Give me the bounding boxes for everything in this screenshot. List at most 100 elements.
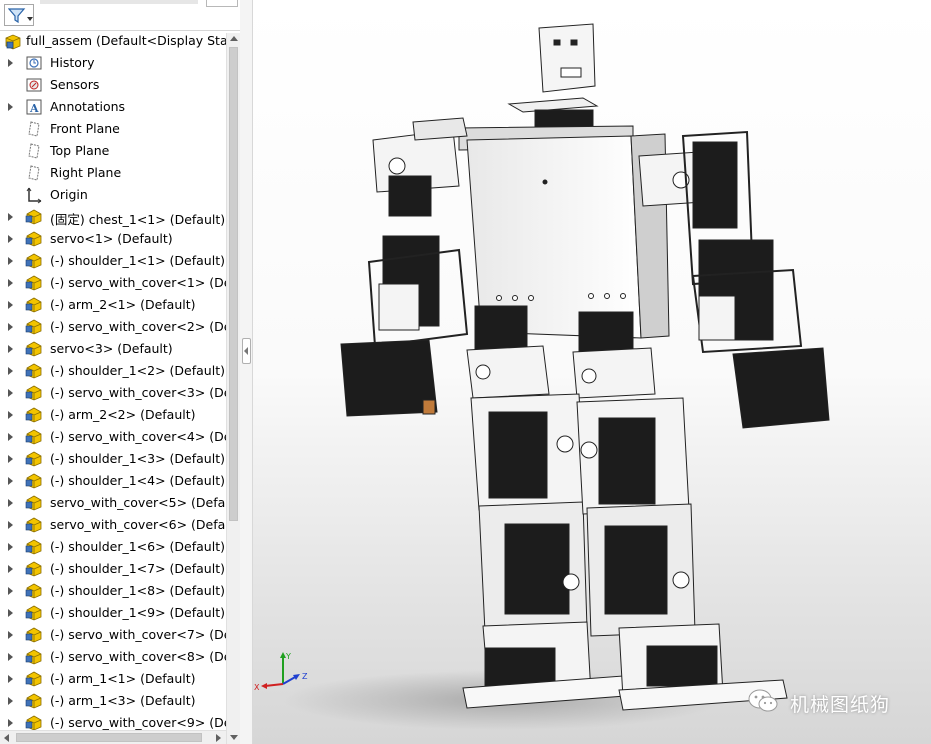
expand-arrow-icon[interactable] (8, 389, 13, 397)
tree-item[interactable]: (-) arm_2<2> (Default) (0, 404, 226, 426)
scroll-left-icon[interactable] (4, 734, 9, 742)
tree-item[interactable]: (-) servo_with_cover<2> (Defa (0, 316, 226, 338)
panel-splitter[interactable] (240, 0, 253, 744)
expand-arrow-icon[interactable] (8, 521, 13, 529)
tree-item[interactable]: (-) shoulder_1<9> (Default) (0, 602, 226, 624)
horizontal-scrollbar[interactable] (0, 730, 226, 744)
wechat-logo-icon (748, 688, 778, 719)
tree-item[interactable]: (-) arm_1<3> (Default) (0, 690, 226, 712)
watermark-text: 机械图纸狗 (790, 694, 891, 716)
horizontal-scroll-thumb[interactable] (16, 733, 202, 742)
scroll-thumb[interactable] (229, 47, 238, 521)
filter-icon (8, 8, 26, 24)
expand-arrow-icon[interactable] (8, 59, 13, 67)
part-icon (25, 516, 43, 534)
expand-arrow-icon[interactable] (8, 213, 13, 221)
expand-arrow-icon[interactable] (8, 279, 13, 287)
annotations-icon: A (25, 98, 43, 116)
svg-text:A: A (29, 102, 39, 115)
tree-item[interactable]: (固定) chest_1<1> (Default) (0, 206, 226, 228)
tree-item[interactable]: (-) shoulder_1<7> (Default) (0, 558, 226, 580)
tree-item[interactable]: servo<1> (Default) (0, 228, 226, 250)
expand-arrow-icon[interactable] (8, 103, 13, 111)
expand-arrow-icon[interactable] (8, 697, 13, 705)
expand-arrow-icon[interactable] (8, 433, 13, 441)
tree-item[interactable]: servo_with_cover<5> (Default) (0, 492, 226, 514)
expand-arrow-icon[interactable] (8, 543, 13, 551)
tree-item[interactable]: (-) arm_1<1> (Default) (0, 668, 226, 690)
expand-arrow-icon[interactable] (8, 345, 13, 353)
tree-item[interactable]: (-) servo_with_cover<3> (Defa (0, 382, 226, 404)
tree-item[interactable]: (-) shoulder_1<6> (Default) (0, 536, 226, 558)
expand-arrow-icon[interactable] (8, 411, 13, 419)
tree-item[interactable]: Sensors (0, 74, 226, 96)
tree-item[interactable]: Right Plane (0, 162, 226, 184)
expand-arrow-icon[interactable] (8, 477, 13, 485)
tree-item[interactable]: History (0, 52, 226, 74)
scroll-up-icon[interactable] (230, 36, 238, 41)
feature-tree-panel: full_assem (Default<Display State Histor… (0, 0, 241, 744)
part-icon (25, 406, 43, 424)
graphics-area[interactable]: Y X Z 机械图纸狗 (253, 0, 931, 744)
tree-item-label: Annotations (50, 99, 126, 114)
tree-item[interactable]: Front Plane (0, 118, 226, 140)
scroll-down-icon[interactable] (230, 735, 238, 740)
tree-item[interactable]: Origin (0, 184, 226, 206)
tree-item[interactable]: servo<3> (Default) (0, 338, 226, 360)
expand-arrow-icon[interactable] (8, 455, 13, 463)
part-icon (25, 384, 43, 402)
tree-item-label: (-) servo_with_cover<4> (Defa (50, 429, 226, 444)
tree-item[interactable]: (-) shoulder_1<3> (Default) (0, 448, 226, 470)
triad-z-label: Z (302, 672, 308, 681)
expand-arrow-icon[interactable] (8, 587, 13, 595)
tree-item[interactable]: A Annotations (0, 96, 226, 118)
tree-item[interactable]: (-) shoulder_1<4> (Default) (0, 470, 226, 492)
robot-model[interactable] (253, 0, 931, 744)
tree-item[interactable]: (-) servo_with_cover<7> (Defa (0, 624, 226, 646)
vertical-scrollbar[interactable] (226, 33, 240, 744)
expand-arrow-icon[interactable] (8, 257, 13, 265)
part-icon (25, 362, 43, 380)
history-icon (25, 54, 43, 72)
tree-item[interactable]: servo_with_cover<6> (Default) (0, 514, 226, 536)
expand-arrow-icon[interactable] (8, 235, 13, 243)
tab-strip (40, 0, 198, 4)
expand-arrow-icon[interactable] (8, 565, 13, 573)
tree-item[interactable]: (-) shoulder_1<8> (Default) (0, 580, 226, 602)
collapse-panel-button[interactable] (242, 338, 251, 364)
expand-arrow-icon[interactable] (8, 301, 13, 309)
tree-root-assembly[interactable]: full_assem (Default<Display State (0, 31, 240, 51)
scroll-right-icon[interactable] (216, 734, 221, 742)
tree-item-label: (-) arm_1<1> (Default) (50, 671, 196, 686)
panel-tab[interactable] (206, 0, 238, 7)
tree-item[interactable]: (-) servo_with_cover<4> (Defa (0, 426, 226, 448)
part-icon (25, 450, 43, 468)
tree-item-label: Right Plane (50, 165, 122, 180)
expand-arrow-icon[interactable] (8, 609, 13, 617)
expand-arrow-icon[interactable] (8, 631, 13, 639)
filter-bar (0, 0, 240, 31)
expand-arrow-icon[interactable] (8, 499, 13, 507)
tree-item[interactable]: (-) servo_with_cover<8> (Defa (0, 646, 226, 668)
expand-arrow-icon[interactable] (8, 653, 13, 661)
tree-item[interactable]: (-) shoulder_1<2> (Default) (0, 360, 226, 382)
part-icon (25, 296, 43, 314)
part-icon (25, 538, 43, 556)
expand-arrow-icon[interactable] (8, 719, 13, 727)
expand-arrow-icon[interactable] (8, 367, 13, 375)
filter-button[interactable] (4, 4, 34, 26)
part-icon (25, 494, 43, 512)
tree-item[interactable]: (-) shoulder_1<1> (Default) (0, 250, 226, 272)
tree-item-label: (-) servo_with_cover<7> (Defa (50, 627, 226, 642)
tree-item[interactable]: Top Plane (0, 140, 226, 162)
chevron-down-icon (27, 17, 33, 21)
expand-arrow-icon[interactable] (8, 675, 13, 683)
tree-item[interactable]: (-) servo_with_cover<1> (Defa (0, 272, 226, 294)
tree-item-label: (-) arm_2<2> (Default) (50, 407, 196, 422)
expand-arrow-icon[interactable] (8, 323, 13, 331)
tree-item-label: (-) shoulder_1<9> (Default) (50, 605, 225, 620)
tree-item[interactable]: (-) arm_2<1> (Default) (0, 294, 226, 316)
part-icon (25, 230, 43, 248)
part-icon (25, 428, 43, 446)
coordinate-triad: Y X Z (254, 652, 308, 692)
